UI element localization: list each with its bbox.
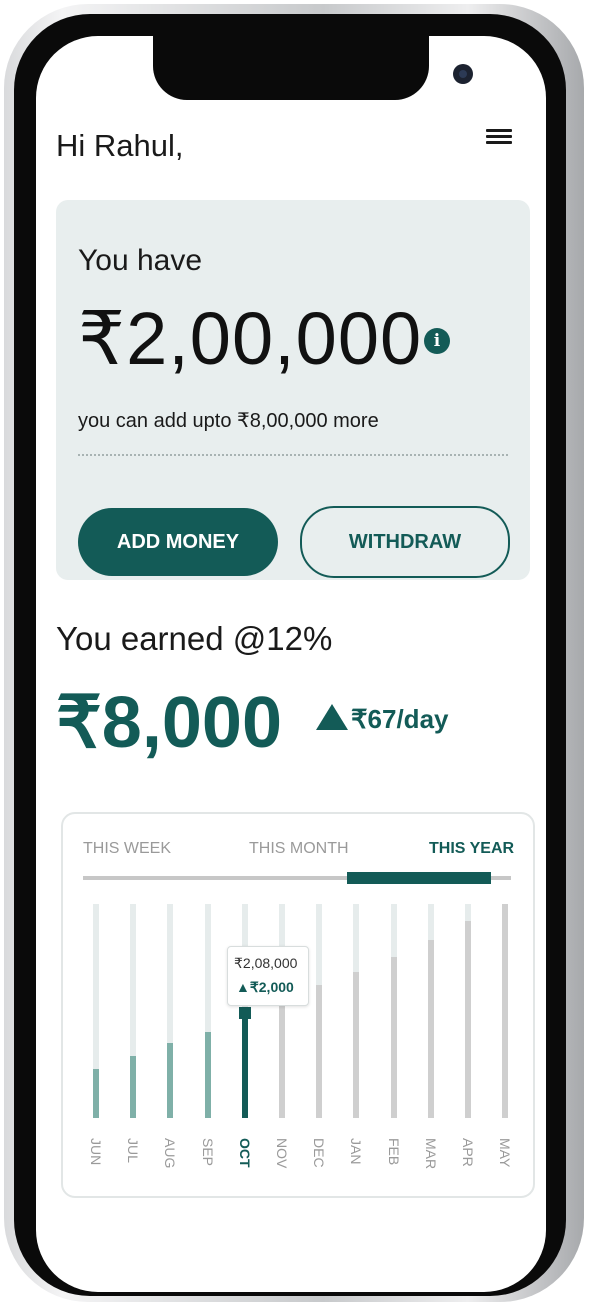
month-label-may[interactable]: MAY <box>497 1138 513 1167</box>
bar-track-sep[interactable] <box>205 904 211 1118</box>
bar-oct <box>242 1011 248 1118</box>
add-limit-text: you can add upto ₹8,00,000 more <box>78 410 379 432</box>
tab-this-year[interactable]: THIS YEAR <box>429 840 514 858</box>
tab-this-week[interactable]: THIS WEEK <box>83 840 171 858</box>
bar-track-dec[interactable] <box>316 904 322 1118</box>
phone-mockup: Hi Rahul, You have ₹2,00,000 i you can a… <box>0 0 590 1308</box>
up-arrow-icon <box>316 704 348 730</box>
bar-feb <box>391 957 397 1118</box>
tooltip-value: ₹2,08,000 <box>234 955 298 971</box>
tab-this-month[interactable]: THIS MONTH <box>249 840 349 858</box>
bar-area <box>63 904 533 1130</box>
bar-track-nov[interactable] <box>279 904 285 1118</box>
app-screen: Hi Rahul, You have ₹2,00,000 i you can a… <box>36 36 546 1292</box>
camera-icon <box>453 64 473 84</box>
month-label-jul[interactable]: JUL <box>125 1138 141 1163</box>
bar-track-may[interactable] <box>502 904 508 1118</box>
per-day-earnings: ₹67/day <box>351 704 449 734</box>
month-label-oct[interactable]: OCT <box>237 1138 253 1168</box>
month-label-aug[interactable]: AUG <box>162 1138 178 1168</box>
bar-track-jun[interactable] <box>93 904 99 1118</box>
month-label-mar[interactable]: MAR <box>423 1138 439 1169</box>
withdraw-button[interactable]: WITHDRAW <box>300 506 510 578</box>
bar-nov <box>279 998 285 1118</box>
selected-bar-marker <box>239 1007 251 1019</box>
earned-amount: ₹8,000 <box>56 683 282 763</box>
greeting-text: Hi Rahul, <box>56 128 184 163</box>
bar-jun <box>93 1069 99 1118</box>
phone-frame: Hi Rahul, You have ₹2,00,000 i you can a… <box>4 4 584 1302</box>
wallet-card: You have ₹2,00,000 i you can add upto ₹8… <box>56 200 530 580</box>
bar-aug <box>167 1043 173 1118</box>
dotted-divider <box>78 454 508 456</box>
tab-active-indicator <box>347 872 491 884</box>
phone-bezel: Hi Rahul, You have ₹2,00,000 i you can a… <box>14 14 566 1296</box>
bar-track-feb[interactable] <box>391 904 397 1118</box>
bar-mar <box>428 940 434 1118</box>
tooltip-delta: ▲₹2,000 <box>236 979 294 995</box>
month-label-feb[interactable]: FEB <box>386 1138 402 1165</box>
month-label-dec[interactable]: DEC <box>311 1138 327 1168</box>
month-label-jan[interactable]: JAN <box>348 1138 364 1164</box>
notch <box>153 36 473 100</box>
bar-sep <box>205 1032 211 1118</box>
info-icon[interactable]: i <box>424 328 450 354</box>
bar-track-aug[interactable] <box>167 904 173 1118</box>
bar-track-oct[interactable] <box>239 904 251 1118</box>
month-label-apr[interactable]: APR <box>460 1138 476 1167</box>
bar-track-jul[interactable] <box>130 904 136 1118</box>
month-label-nov[interactable]: NOV <box>274 1138 290 1168</box>
hamburger-menu-icon[interactable] <box>486 126 512 148</box>
chart-tooltip: ₹2,08,000 ▲₹2,000 <box>227 946 309 1006</box>
earnings-chart: THIS WEEK THIS MONTH THIS YEAR ₹2,08,000… <box>61 812 535 1198</box>
bar-dec <box>316 985 322 1118</box>
balance-amount: ₹2,00,000 <box>78 297 423 380</box>
bar-jul <box>130 1056 136 1118</box>
bar-apr <box>465 921 471 1118</box>
balance-label: You have <box>78 244 203 277</box>
add-money-button[interactable]: ADD MONEY <box>78 508 278 576</box>
bar-may <box>502 904 508 1118</box>
bar-track-apr[interactable] <box>465 904 471 1118</box>
month-label-sep[interactable]: SEP <box>200 1138 216 1166</box>
bar-track-mar[interactable] <box>428 904 434 1118</box>
bar-jan <box>353 972 359 1118</box>
month-label-jun[interactable]: JUN <box>88 1138 104 1165</box>
earned-label: You earned @12% <box>56 620 333 657</box>
bar-track-jan[interactable] <box>353 904 359 1118</box>
